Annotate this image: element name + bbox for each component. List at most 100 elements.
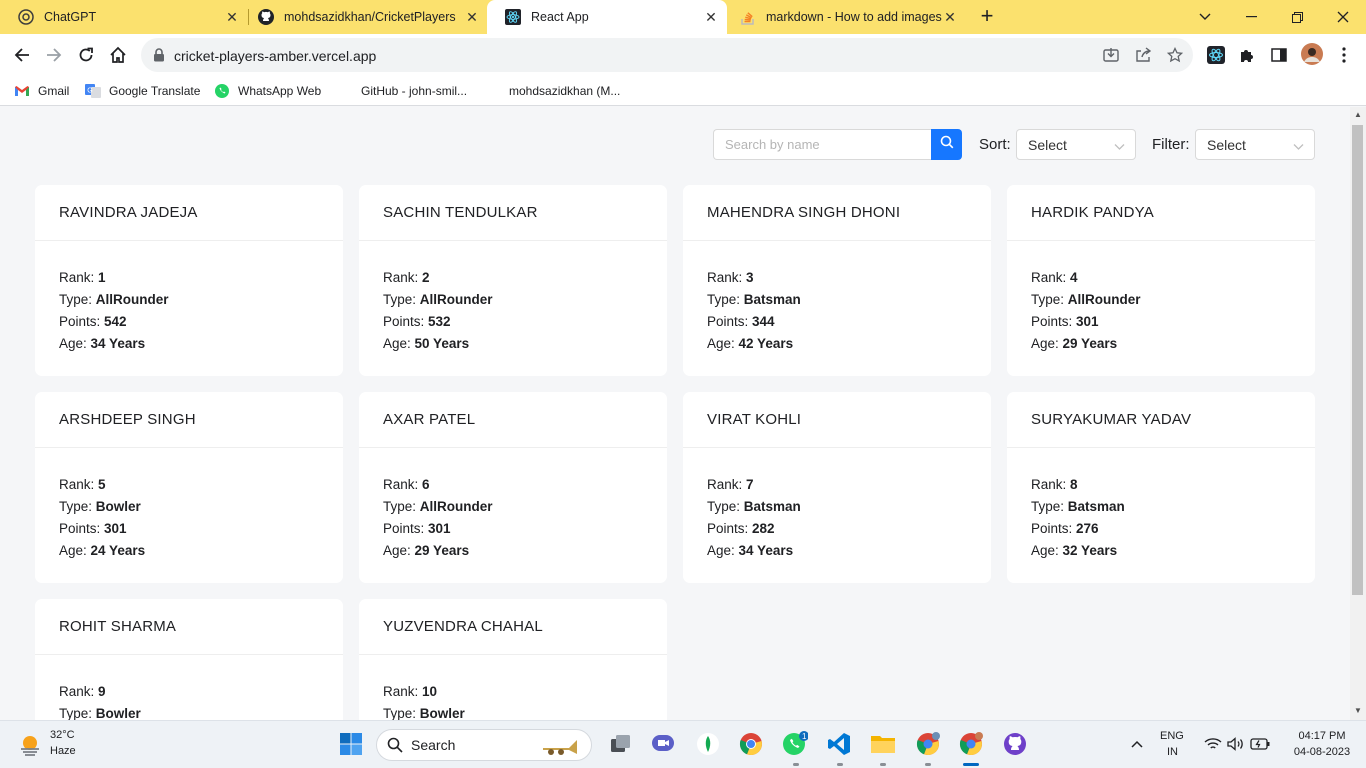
close-tab-icon[interactable]: ✕	[464, 9, 480, 25]
bookmark-github-john[interactable]: GitHub - john-smil...	[337, 82, 467, 100]
weather-description: Haze	[50, 745, 76, 757]
chrome-icon[interactable]	[738, 731, 764, 757]
back-button[interactable]	[10, 43, 34, 67]
bookmark-label: mohdsazidkhan (M...	[509, 84, 621, 98]
close-tab-icon[interactable]: ✕	[224, 9, 240, 25]
bookmark-gmail[interactable]: Gmail	[14, 82, 69, 100]
search-highlight-icon	[541, 734, 583, 761]
bookmark-star-icon[interactable]	[1166, 46, 1184, 64]
windows-start-icon[interactable]	[338, 731, 364, 757]
install-app-icon[interactable]	[1102, 46, 1120, 64]
restore-button[interactable]	[1274, 0, 1320, 34]
player-card[interactable]: MAHENDRA SINGH DHONI Rank: 3 Type: Batsm…	[683, 185, 991, 376]
player-card[interactable]: VIRAT KOHLI Rank: 7 Type: Batsman Points…	[683, 392, 991, 583]
taskbar-search[interactable]: Search	[376, 729, 592, 761]
player-type: Type: AllRounder	[383, 292, 493, 307]
player-name: HARDIK PANDYA	[1007, 185, 1315, 241]
filter-select-value: Select	[1207, 136, 1246, 153]
tab-react-app[interactable]: React App ✕	[487, 0, 727, 34]
search-button[interactable]	[931, 129, 962, 160]
react-devtools-icon[interactable]	[1207, 46, 1225, 64]
bookmark-google-translate[interactable]: G Google Translate	[85, 82, 200, 100]
task-view-icon[interactable]	[608, 731, 634, 757]
github-icon	[258, 9, 274, 25]
tab-title: mohdsazidkhan/CricketPlayers	[284, 10, 456, 24]
tab-chatgpt[interactable]: ChatGPT ✕	[0, 0, 248, 34]
filter-select[interactable]: Select	[1195, 129, 1315, 160]
close-tab-icon[interactable]: ✕	[942, 9, 958, 25]
player-card[interactable]: ROHIT SHARMA Rank: 9 Type: Bowler	[35, 599, 343, 720]
player-card[interactable]: SACHIN TENDULKAR Rank: 2 Type: AllRounde…	[359, 185, 667, 376]
svg-text:G: G	[87, 88, 92, 95]
vscode-icon[interactable]	[826, 731, 852, 757]
page-content: Sort: Select Filter: Select RAVINDRA JAD…	[0, 107, 1350, 720]
player-card[interactable]: ARSHDEEP SINGH Rank: 5 Type: Bowler Poin…	[35, 392, 343, 583]
windows-taskbar: 32°C Haze Search 1 ENG IN 04:17 PM 04-08…	[0, 720, 1366, 768]
mongodb-compass-icon[interactable]	[695, 731, 721, 757]
volume-icon[interactable]	[1223, 731, 1249, 757]
player-card[interactable]: HARDIK PANDYA Rank: 4 Type: AllRounder P…	[1007, 185, 1315, 376]
player-type: Type: Batsman	[1031, 499, 1125, 514]
player-points: Points: 344	[707, 314, 775, 329]
player-points: Points: 301	[59, 521, 127, 536]
clock-time[interactable]: 04:17 PM	[1287, 730, 1357, 742]
player-name: AXAR PATEL	[359, 392, 667, 448]
player-card[interactable]: RAVINDRA JADEJA Rank: 1 Type: AllRounder…	[35, 185, 343, 376]
bookmark-label: Google Translate	[109, 84, 201, 98]
player-rank: Rank: 6	[383, 477, 430, 492]
page-scrollbar[interactable]: ▲ ▼	[1350, 107, 1366, 720]
player-rank: Rank: 9	[59, 684, 106, 699]
lock-icon[interactable]	[153, 48, 165, 67]
github-desktop-icon[interactable]	[1002, 731, 1028, 757]
tab-stackoverflow[interactable]: markdown - How to add images ✕	[722, 0, 966, 34]
tab-search-icon[interactable]	[1182, 0, 1228, 34]
new-tab-button[interactable]: +	[976, 5, 998, 27]
player-age: Age: 34 Years	[707, 543, 794, 558]
sort-select[interactable]: Select	[1016, 129, 1136, 160]
player-age: Age: 42 Years	[707, 336, 794, 351]
extensions-puzzle-icon[interactable]	[1238, 46, 1256, 64]
player-type: Type: Bowler	[59, 499, 141, 514]
player-card[interactable]: AXAR PATEL Rank: 6 Type: AllRounder Poin…	[359, 392, 667, 583]
player-card[interactable]: YUZVENDRA CHAHAL Rank: 10 Type: Bowler	[359, 599, 667, 720]
profile-avatar[interactable]	[1301, 43, 1323, 65]
bookmark-whatsapp-web[interactable]: WhatsApp Web	[214, 82, 321, 100]
forward-button[interactable]	[42, 43, 66, 67]
tab-title: React App	[531, 10, 589, 24]
scrollbar-thumb[interactable]	[1352, 125, 1363, 595]
close-window-button[interactable]	[1320, 0, 1366, 34]
filter-label: Filter:	[1152, 136, 1190, 153]
player-rank: Rank: 7	[707, 477, 754, 492]
chrome-menu-icon[interactable]	[1335, 46, 1353, 64]
player-card[interactable]: SURYAKUMAR YADAV Rank: 8 Type: Batsman P…	[1007, 392, 1315, 583]
file-explorer-icon[interactable]	[870, 731, 896, 757]
player-type: Type: AllRounder	[1031, 292, 1141, 307]
scroll-down-icon[interactable]: ▼	[1354, 707, 1362, 715]
search-input[interactable]	[713, 129, 931, 160]
battery-icon[interactable]	[1247, 731, 1273, 757]
chrome-profile-icon[interactable]	[915, 731, 941, 757]
player-name: YUZVENDRA CHAHAL	[359, 599, 667, 655]
address-bar[interactable]: cricket-players-amber.vercel.app	[141, 38, 1193, 72]
chevron-up-icon[interactable]	[1124, 731, 1150, 757]
clock-date: 04-08-2023	[1293, 746, 1351, 758]
reload-button[interactable]	[74, 43, 98, 67]
bookmark-github-mohdsazidkhan[interactable]: mohdsazidkhan (M...	[485, 82, 620, 100]
tab-github[interactable]: mohdsazidkhan/CricketPlayers ✕	[240, 0, 488, 34]
language-indicator[interactable]: ENG	[1160, 730, 1184, 742]
player-rank: Rank: 2	[383, 270, 430, 285]
tab-strip: ChatGPT ✕ mohdsazidkhan/CricketPlayers ✕…	[0, 0, 1366, 34]
chrome-active-icon[interactable]	[958, 731, 984, 757]
close-tab-icon[interactable]: ✕	[703, 9, 719, 25]
whatsapp-icon[interactable]: 1	[782, 731, 808, 757]
search-icon	[387, 737, 403, 753]
meet-chat-icon[interactable]	[650, 731, 676, 757]
side-panel-icon[interactable]	[1270, 46, 1288, 64]
player-points: Points: 301	[1031, 314, 1099, 329]
home-button[interactable]	[106, 43, 130, 67]
minimize-button[interactable]	[1228, 0, 1274, 34]
share-icon[interactable]	[1134, 46, 1152, 64]
weather-icon[interactable]	[16, 730, 44, 758]
scroll-up-icon[interactable]: ▲	[1354, 111, 1362, 119]
player-age: Age: 29 Years	[383, 543, 470, 558]
